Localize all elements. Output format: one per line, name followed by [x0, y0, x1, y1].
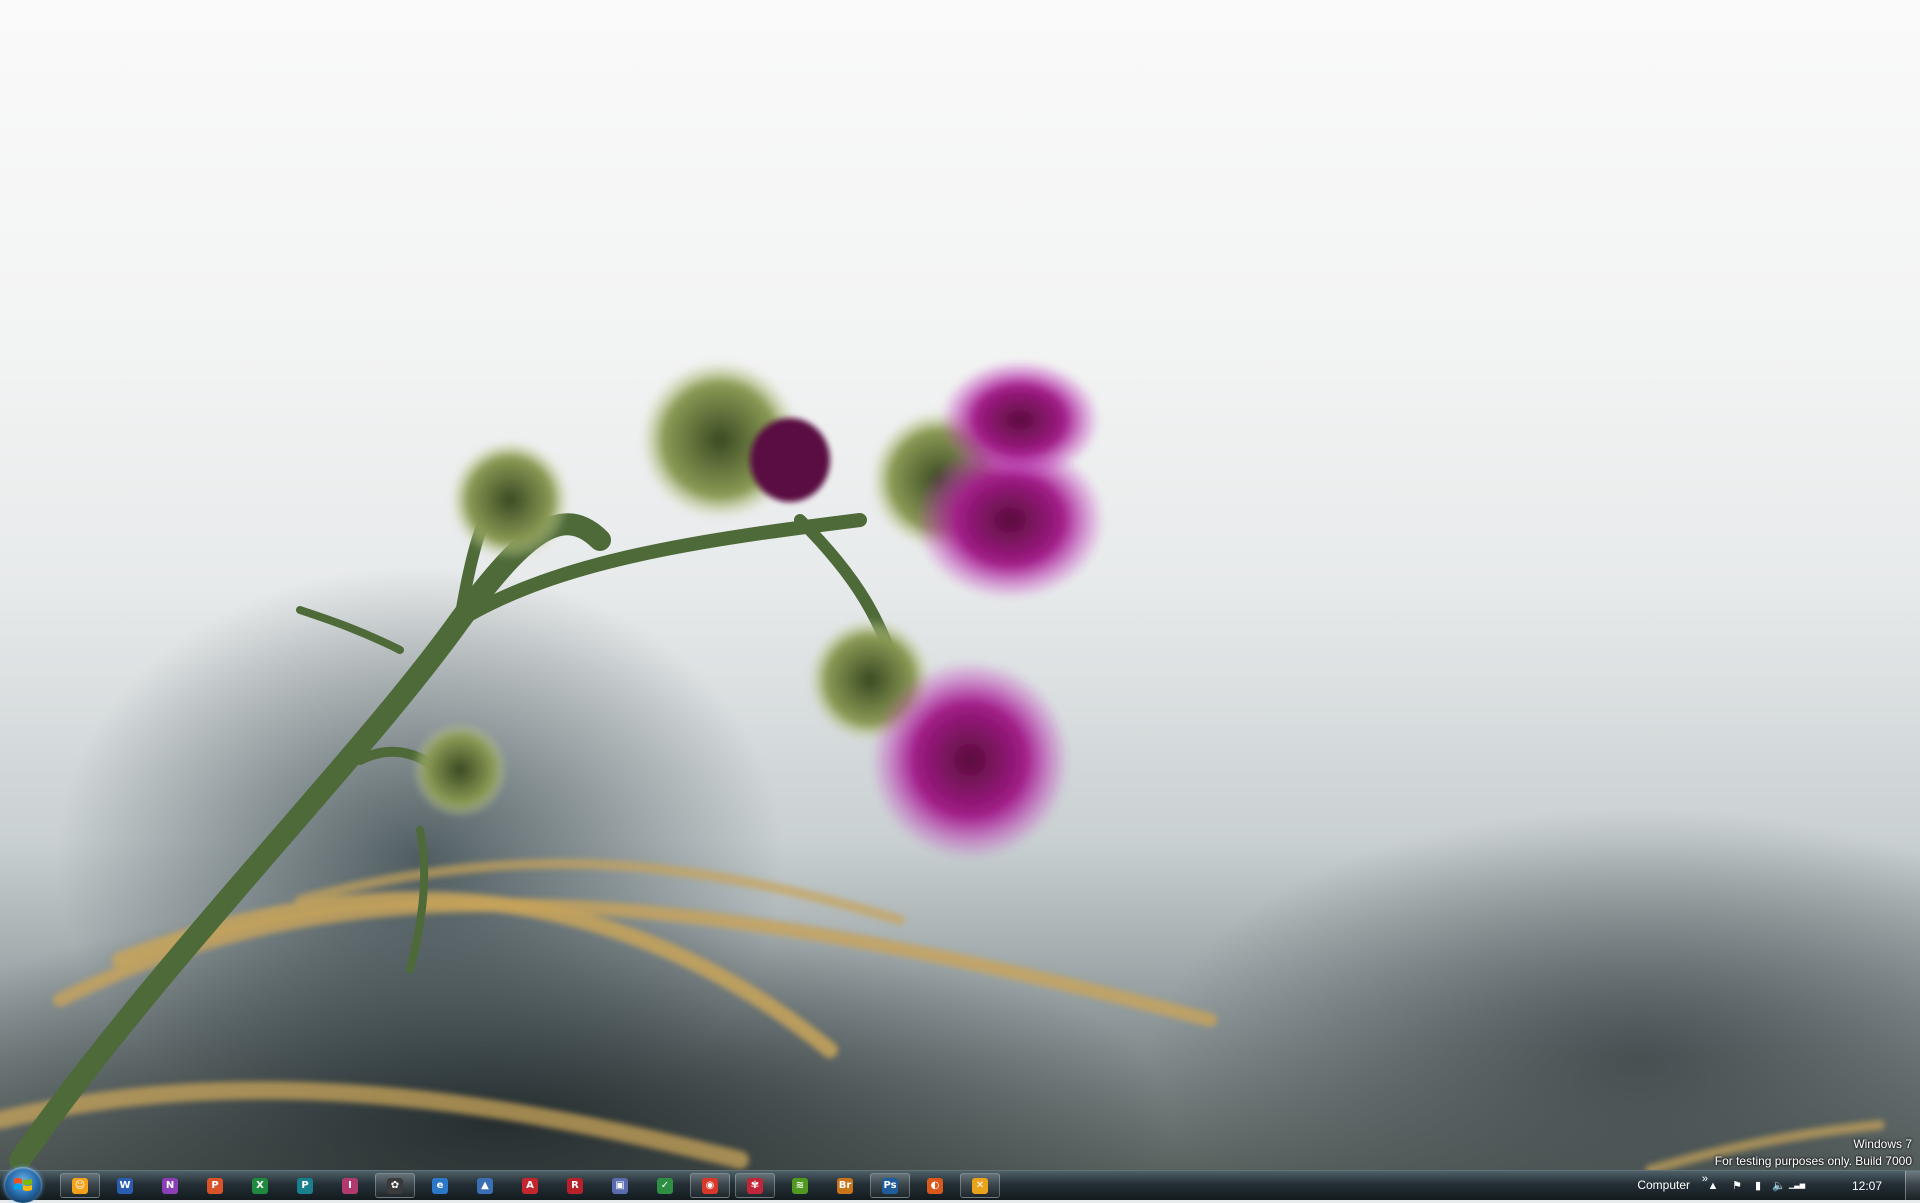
- media-center-icon: ✿: [387, 1177, 403, 1194]
- watermark-build-text: For testing purposes only. Build 7000: [1714, 1154, 1912, 1168]
- publisher-icon: P: [297, 1177, 313, 1194]
- acrobat-icon: A: [522, 1177, 538, 1194]
- taskbar-button[interactable]: P: [285, 1173, 325, 1198]
- thistle-photo: [0, 360, 1885, 1170]
- paint-icon: ▲: [477, 1177, 493, 1194]
- bridge-icon: Br: [837, 1177, 853, 1194]
- taskbar-button[interactable]: ▣: [600, 1173, 640, 1198]
- clock[interactable]: 12:07: [1852, 1179, 1882, 1193]
- chrome-icon: ◉: [702, 1177, 718, 1194]
- watermark-os-name: Windows 7: [1853, 1137, 1912, 1151]
- taskbar-button[interactable]: ✓: [645, 1173, 685, 1198]
- computer-toolbar-label[interactable]: Computer: [1637, 1178, 1690, 1192]
- build-watermark: Windows 7 For testing purposes only. Bui…: [1715, 1136, 1912, 1170]
- powerpoint-icon: P: [207, 1177, 223, 1194]
- tools-icon: ✕: [972, 1177, 988, 1194]
- taskbar-button[interactable]: X: [240, 1173, 280, 1198]
- taskbar-button[interactable]: ▲: [465, 1173, 505, 1198]
- volume-icon[interactable]: 🔈: [1772, 1179, 1786, 1193]
- taskbar-button[interactable]: I: [330, 1173, 370, 1198]
- power-icon[interactable]: ▮: [1751, 1179, 1765, 1193]
- action-center-flag-icon[interactable]: ⚑: [1730, 1179, 1744, 1193]
- show-desktop-button[interactable]: [1905, 1171, 1920, 1201]
- start-button[interactable]: [4, 1167, 42, 1203]
- infopath-icon: I: [342, 1177, 358, 1194]
- taskbar: ☺ W N P X P I ✿ e ▲ A R ▣ ✓ ◉ ✾ ≋ Br Ps ◐ ✕ Computer » ▲ ⚑ ▮ 🔈 ▁…: [0, 1167, 1920, 1203]
- onenote-icon: N: [162, 1177, 178, 1194]
- taskbar-button[interactable]: Br: [825, 1173, 865, 1198]
- taskbar-button[interactable]: W: [105, 1173, 145, 1198]
- taskbar-button[interactable]: R: [555, 1173, 595, 1198]
- taskbar-button[interactable]: ✕: [960, 1173, 1000, 1198]
- notification-area: Computer » ▲ ⚑ ▮ 🔈 ▁▃▅ 12:07: [1580, 1171, 1920, 1201]
- checker-icon: ✓: [657, 1177, 673, 1194]
- reader-icon: R: [567, 1177, 583, 1194]
- photo-viewer-icon: ▣: [612, 1177, 628, 1194]
- messenger-icon: ☺: [72, 1177, 88, 1194]
- lotus-icon: ✾: [747, 1177, 763, 1194]
- taskbar-button[interactable]: P: [195, 1173, 235, 1198]
- firefox-icon: ◐: [927, 1177, 943, 1194]
- taskbar-button[interactable]: ☺: [60, 1173, 100, 1198]
- taskbar-button[interactable]: Ps: [870, 1173, 910, 1198]
- photoshop-icon: Ps: [882, 1177, 898, 1194]
- taskbar-button[interactable]: ✿: [375, 1173, 415, 1198]
- desktop-wallpaper: Windows 7 For testing purposes only. Bui…: [0, 0, 1920, 1170]
- taskbar-button[interactable]: ◐: [915, 1173, 955, 1198]
- taskbar-button[interactable]: ≋: [780, 1173, 820, 1198]
- taskbar-button[interactable]: N: [150, 1173, 190, 1198]
- taskbar-button[interactable]: e: [420, 1173, 460, 1198]
- spotify-icon: ≋: [792, 1177, 808, 1194]
- windows-orb-icon: [14, 1178, 32, 1191]
- taskbar-button[interactable]: A: [510, 1173, 550, 1198]
- excel-icon: X: [252, 1177, 268, 1194]
- show-hidden-icons-icon[interactable]: ▲: [1706, 1179, 1720, 1193]
- word-icon: W: [117, 1177, 133, 1194]
- network-signal-icon[interactable]: ▁▃▅: [1786, 1179, 1808, 1193]
- ie-icon: e: [432, 1177, 448, 1194]
- taskbar-button[interactable]: ✾: [735, 1173, 775, 1198]
- taskbar-button[interactable]: ◉: [690, 1173, 730, 1198]
